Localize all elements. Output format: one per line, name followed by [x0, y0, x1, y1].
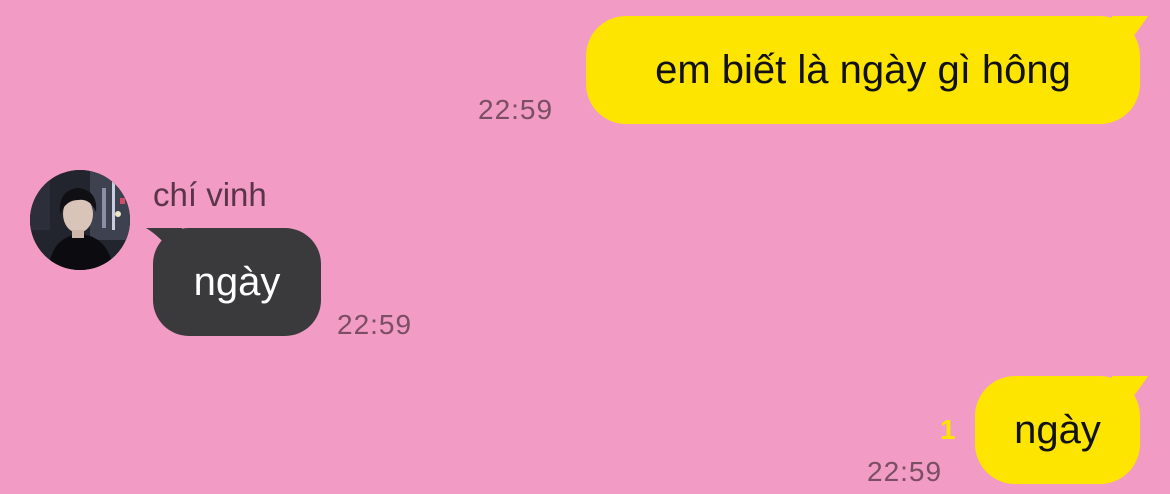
unread-count-badge: 1 [940, 414, 956, 445]
sender-name: chí vinh [153, 176, 267, 213]
avatar[interactable] [30, 170, 130, 270]
message-text: em biết là ngày gì hông [655, 47, 1071, 92]
message-timestamp: 22:59 [867, 456, 943, 487]
message-text: ngày [193, 259, 281, 304]
outgoing-message-bubble[interactable]: em biết là ngày gì hông [586, 16, 1140, 124]
message-text: ngày [1014, 407, 1101, 452]
message-timestamp: 22:59 [337, 309, 413, 340]
outgoing-bubble-tail [1112, 376, 1148, 416]
profile-photo-icon [30, 170, 130, 270]
incoming-message-bubble[interactable]: ngày [153, 228, 321, 336]
message-timestamp: 22:59 [478, 94, 554, 125]
chat-screen: em biết là ngày gì hông 22:59 chí vinh n… [0, 0, 1170, 494]
outgoing-bubble-tail [1112, 16, 1148, 56]
